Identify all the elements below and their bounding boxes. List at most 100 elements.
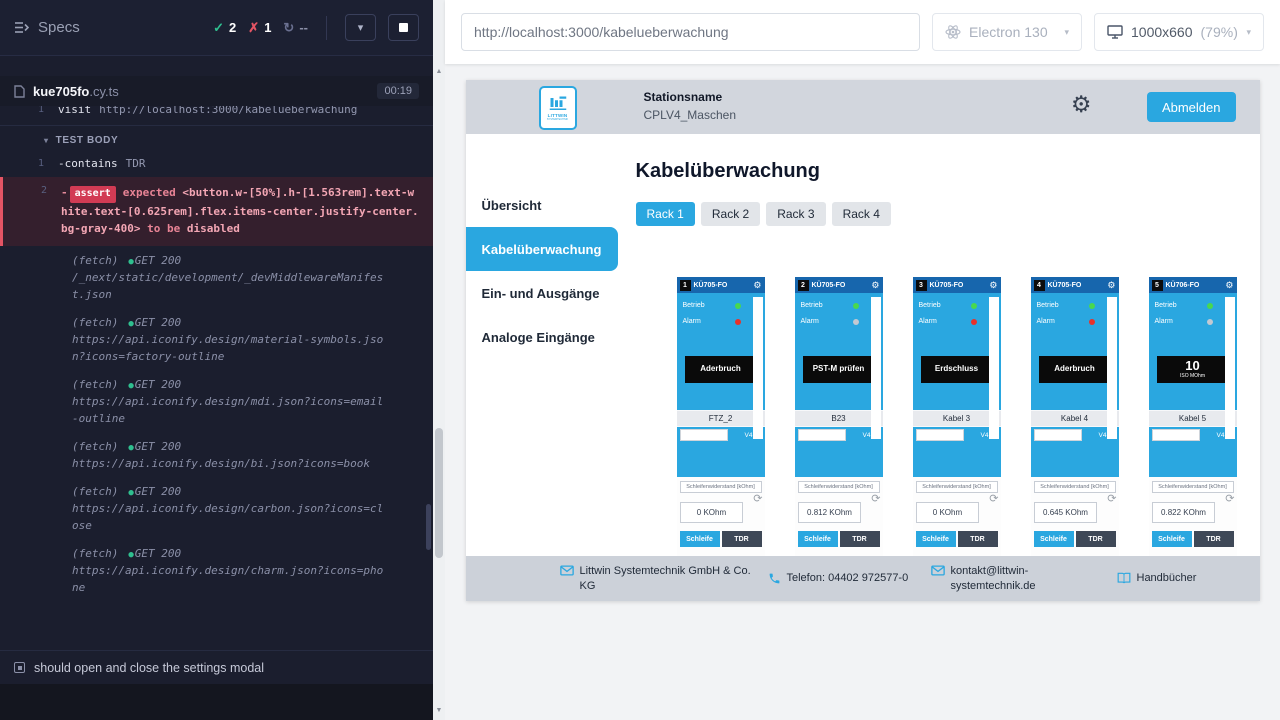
tab-rack-4[interactable]: Rack 4 (832, 202, 891, 226)
passed-stat[interactable]: ✓2 (213, 20, 236, 36)
sidebar-item-kabelueberwachung[interactable]: Kabelüberwachung (466, 227, 618, 271)
status-dot-icon: ● (128, 381, 133, 391)
tdr-button[interactable]: TDR (840, 531, 880, 547)
alarm-led (853, 319, 859, 325)
device-card-2: 2 KÜ705-FO ⚙ Betrieb Alarm PST-M prüfen … (795, 277, 883, 577)
sidebar-item-analoge-eingaenge[interactable]: Analoge Eingänge (466, 315, 618, 359)
refresh-icon[interactable]: ⟳ (1107, 494, 1116, 505)
tab-rack-3[interactable]: Rack 3 (766, 202, 825, 226)
scrollbar-thumb[interactable] (435, 428, 443, 558)
status-dot-icon: ● (128, 488, 133, 498)
betrieb-led-row: Betrieb (1031, 302, 1119, 309)
device-number: 3 (916, 280, 927, 291)
settings-gear-icon[interactable]: ⚙ (1071, 93, 1092, 116)
command-name: visit (58, 106, 91, 116)
tdr-button[interactable]: TDR (958, 531, 998, 547)
stop-icon (399, 23, 408, 32)
sidebar-item-uebersicht[interactable]: Übersicht (466, 183, 618, 227)
failed-stat[interactable]: ✗1 (248, 20, 271, 36)
device-card-4: 4 KÜ705-FO ⚙ Betrieb Alarm Aderbruch Kab… (1031, 277, 1119, 577)
run-stats: ✓2 ✗1 ↻-- ▾ (213, 14, 419, 41)
sidebar-item-ein-und-ausgaenge[interactable]: Ein- und Ausgänge (466, 271, 618, 315)
tdr-button[interactable]: TDR (1076, 531, 1116, 547)
tdr-button[interactable]: TDR (1194, 531, 1234, 547)
resistance-label: Schleifenwiderstand [kOhm] (1034, 481, 1116, 493)
test-body-section[interactable]: ▾ TEST BODY (0, 125, 433, 153)
resistance-value: 0.822 KOhm (1152, 502, 1216, 523)
device-gear-icon[interactable]: ⚙ (1225, 281, 1233, 290)
device-number: 5 (1152, 280, 1163, 291)
pass-check-icon: ✓ (213, 20, 224, 36)
device-status-display: PST-M prüfen (803, 356, 875, 383)
name-input[interactable] (1152, 429, 1200, 441)
log-fetch-row[interactable]: (fetch)●GET 200 https://api.iconify.desi… (0, 480, 433, 539)
schleife-button[interactable]: Schleife (1034, 531, 1074, 547)
device-gear-icon[interactable]: ⚙ (1107, 281, 1115, 290)
device-gear-icon[interactable]: ⚙ (989, 281, 997, 290)
spec-header[interactable]: kue705fo .cy.ts 00:19 (0, 76, 433, 106)
refresh-icon[interactable]: ⟳ (753, 494, 762, 505)
refresh-icon[interactable]: ⟳ (1225, 494, 1234, 505)
viewport-size: 1000x660 (1131, 24, 1193, 40)
log-fetch-row[interactable]: (fetch)●GET 200 https://api.iconify.desi… (0, 373, 433, 432)
specs-list-icon (14, 21, 29, 34)
footer-manuals[interactable]: Handbücher (1117, 571, 1197, 585)
footer-email[interactable]: kontakt@littwin-systemtechnik.de (931, 564, 1101, 593)
cable-name: Kabel 3 (913, 410, 1001, 427)
command-arg: TDR (126, 157, 146, 170)
command-arg: http://localhost:3000/kabelueberwachung (99, 106, 357, 116)
resistance-value: 0.645 KOhm (1034, 502, 1098, 523)
viewport-select[interactable]: 1000x660 (79%) ▾ (1094, 13, 1264, 51)
scroll-up-icon[interactable]: ▲ (433, 68, 445, 75)
betrieb-led (971, 303, 977, 309)
log-command-contains[interactable]: 1 -containsTDR (0, 153, 433, 174)
name-input[interactable] (916, 429, 964, 441)
logout-button[interactable]: Abmelden (1147, 92, 1236, 122)
status-dot-icon: ● (128, 550, 133, 560)
collapse-all-button[interactable]: ▾ (345, 14, 376, 41)
device-card-1: 1 KÜ705-FO ⚙ Betrieb Alarm Aderbruch FTZ… (677, 277, 765, 577)
schleife-button[interactable]: Schleife (798, 531, 838, 547)
betrieb-led-row: Betrieb (677, 302, 765, 309)
betrieb-led (1207, 303, 1213, 309)
schleife-button[interactable]: Schleife (680, 531, 720, 547)
alarm-led-row: Alarm (913, 318, 1001, 325)
fetch-url: https://api.iconify.design/carbon.json?i… (72, 500, 387, 534)
device-buttons: Schleife TDR (1034, 531, 1116, 547)
device-gear-icon[interactable]: ⚙ (753, 281, 761, 290)
log-fetch-row[interactable]: (fetch)●GET 200 https://api.iconify.desi… (0, 435, 433, 477)
log-fetch-row[interactable]: (fetch)●GET 200 https://api.iconify.desi… (0, 542, 433, 601)
schleife-button[interactable]: Schleife (916, 531, 956, 547)
specs-menu[interactable]: Specs (14, 19, 80, 36)
log-failed-assert[interactable]: 2 -assertexpected <button.w-[50%].h-[1.5… (0, 177, 433, 246)
log-fetch-row[interactable]: (fetch)●GET 200 /_next/static/developmen… (0, 249, 433, 308)
next-test-row[interactable]: should open and close the settings modal (0, 650, 433, 684)
version-row: V4.19 (795, 427, 883, 443)
scroll-down-icon[interactable]: ▼ (433, 707, 445, 714)
url-input[interactable]: http://localhost:3000/kabelueberwachung (461, 13, 920, 51)
status-dot-icon: ● (128, 319, 133, 329)
tab-rack-1[interactable]: Rack 1 (636, 202, 695, 226)
name-input[interactable] (798, 429, 846, 441)
schleife-button[interactable]: Schleife (1152, 531, 1192, 547)
test-icon (14, 662, 25, 673)
tab-rack-2[interactable]: Rack 2 (701, 202, 760, 226)
name-input[interactable] (680, 429, 728, 441)
device-status-display: 10 ISO MOhm (1157, 356, 1229, 383)
log-scrollbar-thumb[interactable] (426, 504, 431, 550)
stop-run-button[interactable] (388, 14, 419, 41)
name-input[interactable] (1034, 429, 1082, 441)
tdr-button[interactable]: TDR (722, 531, 762, 547)
pending-stat[interactable]: ↻-- (283, 20, 308, 36)
resistance-label: Schleifenwiderstand [kOhm] (1152, 481, 1234, 493)
log-fetch-row[interactable]: (fetch)●GET 200 https://api.iconify.desi… (0, 311, 433, 370)
refresh-icon[interactable]: ⟳ (871, 494, 880, 505)
app-sidebar: Übersicht Kabelüberwachung Ein- und Ausg… (466, 134, 618, 601)
log-command-visit[interactable]: 1 visithttp://localhost:3000/kabelueberw… (0, 106, 433, 120)
browser-select[interactable]: Electron 130 ▾ (932, 13, 1082, 51)
device-gear-icon[interactable]: ⚙ (871, 281, 879, 290)
alarm-led-row: Alarm (1149, 318, 1237, 325)
refresh-icon[interactable]: ⟳ (989, 494, 998, 505)
panel-scrollbar[interactable]: ▲ ▼ (433, 0, 445, 720)
viewport-icon (1107, 25, 1123, 39)
